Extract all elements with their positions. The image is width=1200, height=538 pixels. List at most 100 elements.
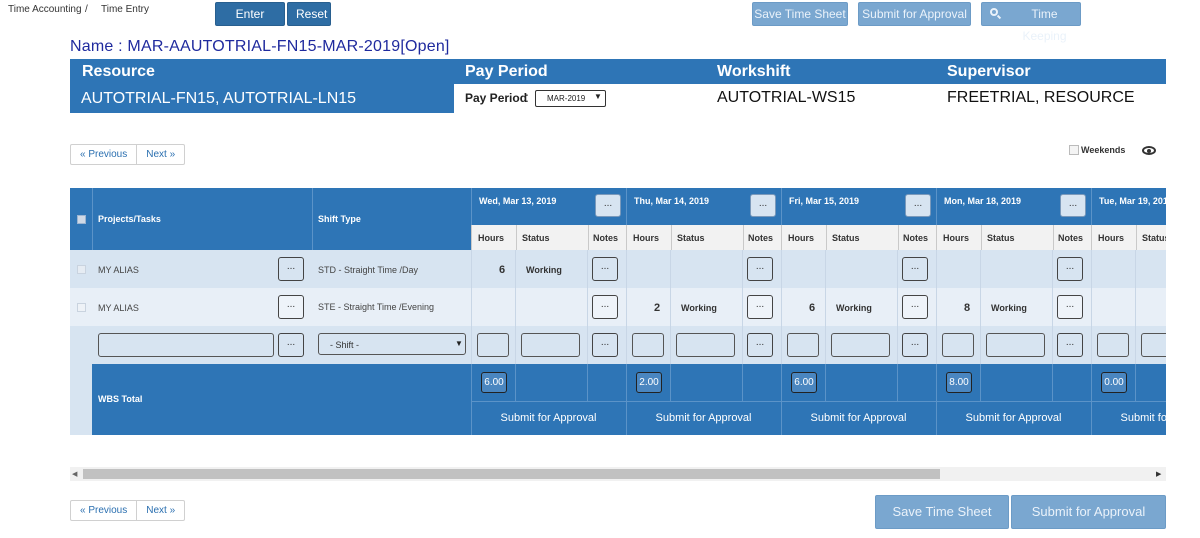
notes-button[interactable]: ... (592, 295, 618, 319)
day-options-button[interactable]: ... (1060, 194, 1086, 217)
day-submit-for-approval-link[interactable]: Submit for Approval (1091, 412, 1167, 424)
day-date: Wed, Mar 13, 2019 (479, 196, 557, 206)
submit-for-approval-footer-button[interactable]: Submit for Approval (1011, 495, 1166, 529)
hours-value[interactable]: 6 (499, 264, 505, 276)
pay-period-label: Pay Period (465, 63, 548, 80)
timesheet-title: Name : MAR-AAUTOTRIAL-FN15-MAR-2019[Open… (70, 38, 450, 55)
grid-divider (898, 225, 899, 250)
notes-button[interactable]: ... (902, 333, 928, 357)
chevron-down-icon: ▼ (594, 92, 602, 101)
grid-divider (980, 250, 981, 364)
grid-divider (1091, 364, 1092, 435)
reset-button[interactable]: Reset (287, 2, 331, 26)
status-value: Working (991, 303, 1027, 313)
grid-divider (588, 225, 589, 250)
previous-button[interactable]: « Previous (71, 501, 136, 520)
pay-period-select[interactable]: MAR-2019 ▼ (535, 90, 606, 107)
grid-divider (587, 364, 588, 401)
status-input[interactable] (831, 333, 890, 357)
previous-button[interactable]: « Previous (71, 145, 136, 164)
row-checkbox[interactable] (77, 303, 86, 312)
day-total: 6.00 (791, 372, 817, 393)
day-subheader: Hours Status Notes (936, 225, 1091, 250)
time-keeping-button[interactable]: Time Keeping (981, 2, 1081, 43)
day-submit-for-approval-link[interactable]: Submit for Approval (936, 412, 1091, 424)
day-subheader: Hours Status Notes (471, 225, 626, 250)
status-input[interactable] (521, 333, 580, 357)
status-input[interactable] (1141, 333, 1166, 357)
projects-tasks-header: Projects/Tasks (98, 214, 161, 224)
notes-button[interactable]: ... (902, 295, 928, 319)
hours-input[interactable] (632, 333, 664, 357)
status-header: Status (677, 233, 705, 243)
submit-for-approval-button[interactable]: Submit for Approval (858, 2, 971, 26)
day-submit-for-approval-link[interactable]: Submit for Approval (626, 412, 781, 424)
status-header: Status (1142, 233, 1166, 243)
grid-divider (516, 225, 517, 250)
notes-button[interactable]: ... (592, 257, 618, 281)
hours-value[interactable]: 2 (654, 302, 660, 314)
status-input[interactable] (676, 333, 735, 357)
scroll-right-icon[interactable]: ▶ (1156, 470, 1161, 478)
shift-type-value: STE - Straight Time /Evening (318, 302, 435, 312)
day-header: Thu, Mar 14, 2019 ... (626, 188, 781, 225)
day-options-button[interactable]: ... (595, 194, 621, 217)
day-header: Wed, Mar 13, 2019 ... (471, 188, 626, 225)
task-input[interactable] (98, 333, 274, 357)
row-checkbox[interactable] (77, 265, 86, 274)
grid-divider (626, 364, 627, 435)
notes-button[interactable]: ... (747, 295, 773, 319)
next-button[interactable]: Next » (136, 145, 184, 164)
wbs-margin (70, 364, 92, 435)
scroll-left-icon[interactable]: ◀ (72, 470, 77, 478)
grid-divider (626, 250, 627, 364)
grid-divider (981, 225, 982, 250)
grid-divider (781, 401, 936, 402)
enter-time-button[interactable]: Enter Time (215, 2, 285, 43)
day-date: Thu, Mar 14, 2019 (634, 196, 710, 206)
grid-divider (471, 401, 626, 402)
hours-input[interactable] (942, 333, 974, 357)
select-all-checkbox[interactable] (77, 215, 86, 224)
scrollbar-thumb[interactable] (83, 469, 940, 479)
day-total: 0.00 (1101, 372, 1127, 393)
hours-header: Hours (633, 233, 660, 243)
grid-divider (897, 250, 898, 364)
notes-button[interactable]: ... (1057, 295, 1083, 319)
task-lookup-button[interactable]: ... (278, 295, 304, 319)
notes-button[interactable]: ... (1057, 333, 1083, 357)
day-submit-for-approval-link[interactable]: Submit for Approval (781, 412, 936, 424)
grid-divider (936, 250, 937, 364)
hours-input[interactable] (787, 333, 819, 357)
next-button[interactable]: Next » (136, 501, 184, 520)
task-lookup-button[interactable]: ... (278, 333, 304, 357)
hours-header: Hours (1098, 233, 1125, 243)
pay-period-colon: : (525, 89, 529, 105)
weekends-checkbox[interactable] (1069, 145, 1079, 155)
table-row (70, 250, 1166, 288)
breadcrumb-time-accounting[interactable]: Time Accounting (8, 4, 82, 15)
hours-value[interactable]: 6 (809, 302, 815, 314)
shift-select[interactable]: - Shift - ▼ (318, 333, 466, 355)
day-total: 2.00 (636, 372, 662, 393)
hours-value[interactable]: 8 (964, 302, 970, 314)
day-options-button[interactable]: ... (750, 194, 776, 217)
grid-divider (515, 364, 516, 401)
notes-button[interactable]: ... (902, 257, 928, 281)
notes-button[interactable]: ... (747, 333, 773, 357)
notes-button[interactable]: ... (1057, 257, 1083, 281)
task-lookup-button[interactable]: ... (278, 257, 304, 281)
notes-button[interactable]: ... (747, 257, 773, 281)
horizontal-scrollbar[interactable]: ◀ ▶ (70, 467, 1166, 481)
day-options-button[interactable]: ... (905, 194, 931, 217)
save-time-sheet-footer-button[interactable]: Save Time Sheet (875, 495, 1009, 529)
resource-value-cell: AUTOTRIAL-FN15, AUTOTRIAL-LN15 (70, 84, 454, 113)
status-input[interactable] (986, 333, 1045, 357)
hours-input[interactable] (477, 333, 509, 357)
grid-divider (1091, 401, 1166, 402)
notes-button[interactable]: ... (592, 333, 618, 357)
hours-input[interactable] (1097, 333, 1129, 357)
day-submit-for-approval-link[interactable]: Submit for Approval (471, 412, 626, 424)
save-time-sheet-button[interactable]: Save Time Sheet (752, 2, 848, 26)
grid-divider (742, 364, 743, 401)
